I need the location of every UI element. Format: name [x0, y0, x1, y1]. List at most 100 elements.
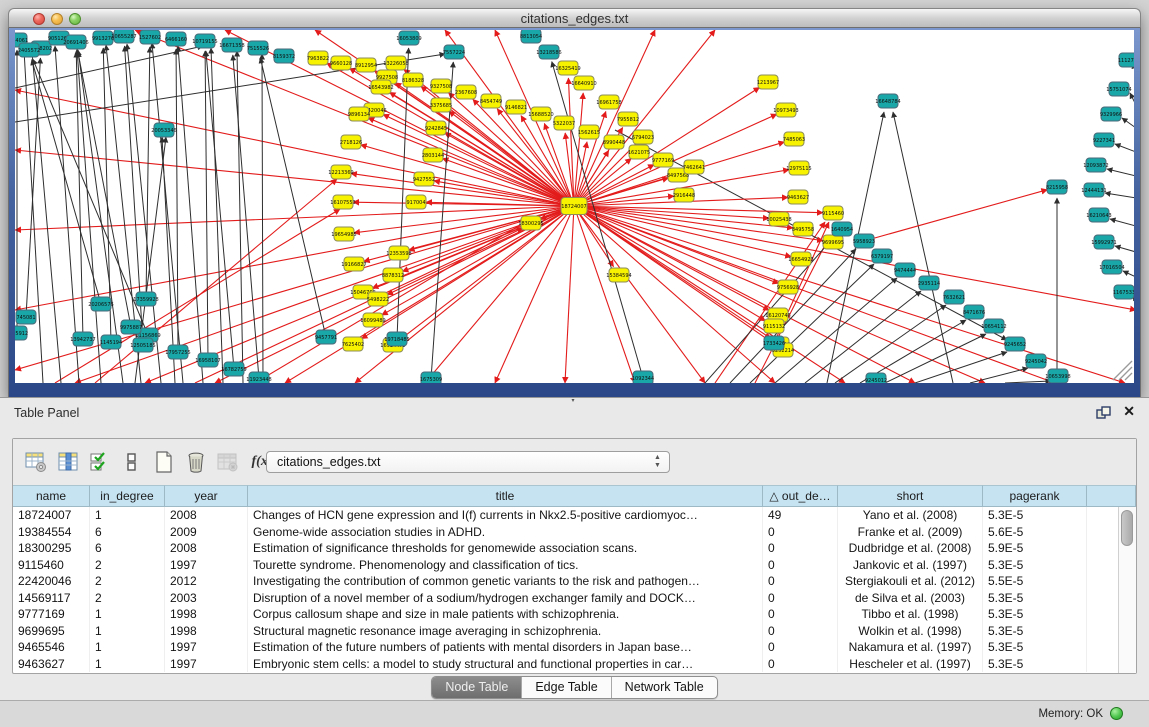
table-cell-title[interactable]: Tourette syndrome. Phenomenology and cla…: [248, 557, 763, 574]
column-header-in_degree[interactable]: in_degree: [90, 485, 165, 507]
graph-node[interactable]: 17957255: [165, 345, 190, 359]
graph-node[interactable]: 10654112: [981, 319, 1006, 333]
table-cell-in_degree[interactable]: 2: [90, 590, 165, 607]
table-cell-short[interactable]: Yano et al. (2008): [838, 507, 983, 524]
table-cell-year[interactable]: 2008: [165, 540, 248, 557]
graph-node[interactable]: 16958107: [195, 353, 220, 367]
graph-node[interactable]: 2367608: [455, 85, 477, 99]
table-cell-pagerank[interactable]: 5.3E-5: [983, 623, 1087, 640]
table-cell-short[interactable]: Nakamura et al. (1997): [838, 639, 983, 656]
graph-node[interactable]: 16099489: [360, 313, 385, 327]
table-cell-out_de[interactable]: 0: [763, 623, 838, 640]
table-row[interactable]: 1456911722003Disruption of a novel membe…: [13, 590, 1118, 607]
table-cell-out_de[interactable]: 0: [763, 590, 838, 607]
graph-node[interactable]: 1145194: [100, 335, 122, 349]
graph-node[interactable]: 16053809: [396, 31, 421, 45]
graph-node[interactable]: 10973493: [773, 103, 798, 117]
delete-icon[interactable]: [183, 449, 209, 475]
graph-node[interactable]: 2803144: [422, 148, 444, 162]
table-cell-pagerank[interactable]: 5.6E-5: [983, 524, 1087, 541]
graph-node[interactable]: 12505185: [130, 338, 155, 352]
graph-node[interactable]: 9227341: [1093, 133, 1115, 147]
graph-node[interactable]: 8495758: [792, 222, 814, 236]
table-cell-in_degree[interactable]: 1: [90, 606, 165, 623]
graph-node[interactable]: 20691406: [63, 35, 88, 49]
graph-node[interactable]: 9427552: [413, 172, 435, 186]
graph-node[interactable]: 9474444: [894, 263, 916, 277]
graph-nodes[interactable]: 1872400796601288912954132260589927508165…: [15, 30, 1134, 383]
table-cell-out_de[interactable]: 0: [763, 573, 838, 590]
graph-node[interactable]: 3915912: [15, 326, 28, 340]
column-header-name[interactable]: name: [13, 485, 90, 507]
graph-node[interactable]: 745081: [16, 310, 36, 324]
table-cell-short[interactable]: Jankovic et al. (1997): [838, 557, 983, 574]
graph-node[interactable]: 16325419: [555, 61, 580, 75]
graph-node[interactable]: 9146821: [505, 100, 527, 114]
column-header-year[interactable]: year: [165, 485, 248, 507]
table-options-icon[interactable]: [23, 449, 49, 475]
table-cell-name[interactable]: 9465546: [13, 639, 90, 656]
graph-node[interactable]: 6466160: [165, 32, 187, 46]
graph-node[interactable]: 7515526: [247, 41, 269, 55]
graph-node[interactable]: 7963822: [307, 51, 329, 65]
graph-node[interactable]: 9327508: [430, 79, 452, 93]
graph-node[interactable]: 9245012: [865, 373, 887, 383]
table-row[interactable]: 1872400712008Changes of HCN gene express…: [13, 507, 1118, 524]
table-cell-in_degree[interactable]: 1: [90, 623, 165, 640]
graph-node[interactable]: 1527602: [139, 30, 161, 44]
graph-node[interactable]: 16671358: [219, 38, 244, 52]
table-cell-year[interactable]: 1998: [165, 623, 248, 640]
table-cell-title[interactable]: Structural magnetic resonance image aver…: [248, 623, 763, 640]
window-resize-grip[interactable]: [1113, 361, 1132, 380]
graph-node[interactable]: 1621075: [628, 145, 650, 159]
graph-node[interactable]: 9457791: [315, 330, 337, 344]
graph-node[interactable]: 2935114: [918, 276, 940, 290]
graph-node[interactable]: 12353598: [386, 246, 411, 260]
table-cell-pagerank[interactable]: 5.3E-5: [983, 656, 1087, 673]
table-cell-in_degree[interactable]: 6: [90, 524, 165, 541]
graph-node[interactable]: 18724007: [561, 198, 587, 215]
graph-node[interactable]: 8454749: [480, 94, 502, 108]
graph-node[interactable]: 12975115: [786, 161, 811, 175]
column-header-short[interactable]: short: [838, 485, 983, 507]
table-cell-pagerank[interactable]: 5.5E-5: [983, 573, 1087, 590]
table-cell-year[interactable]: 1997: [165, 557, 248, 574]
graph-node[interactable]: 8215958: [1046, 180, 1068, 194]
table-cell-name[interactable]: 18724007: [13, 507, 90, 524]
table-cell-name[interactable]: 18300295: [13, 540, 90, 557]
table-cell-pagerank[interactable]: 5.3E-5: [983, 639, 1087, 656]
graph-node[interactable]: 19654985: [331, 227, 356, 241]
graph-node[interactable]: 7485063: [783, 132, 805, 146]
graph-node[interactable]: 12213369: [328, 165, 353, 179]
graph-node[interactable]: 12444131: [1081, 183, 1106, 197]
graph-node[interactable]: 10025438: [766, 212, 791, 226]
table-row[interactable]: 946362711997Embryonic stem cells: a mode…: [13, 656, 1118, 673]
graph-node[interactable]: 9699695: [822, 235, 844, 249]
vertical-scrollbar[interactable]: [1118, 507, 1136, 673]
table-cell-year[interactable]: 1998: [165, 606, 248, 623]
table-row[interactable]: 911546021997Tourette syndrome. Phenomeno…: [13, 557, 1118, 574]
table-row[interactable]: 977716911998Corpus callosum shape and si…: [13, 606, 1118, 623]
graph-node[interactable]: 18300295: [518, 216, 543, 230]
table-cell-title[interactable]: Corpus callosum shape and size in male p…: [248, 606, 763, 623]
graph-node[interactable]: 7632621: [943, 290, 965, 304]
table-cell-in_degree[interactable]: 6: [90, 540, 165, 557]
graph-node[interactable]: 10653998: [1045, 369, 1070, 383]
graph-node[interactable]: 16107553: [330, 195, 355, 209]
graph-node[interactable]: 19718485: [384, 332, 409, 346]
table-row[interactable]: 969969511998Structural magnetic resonanc…: [13, 623, 1118, 640]
graph-node[interactable]: 9975887: [120, 320, 142, 334]
row-selection-icon[interactable]: [87, 449, 113, 475]
window-titlebar[interactable]: citations_edges.txt: [8, 8, 1141, 28]
graph-node[interactable]: 9777169: [652, 153, 674, 167]
graph-node[interactable]: 16961758: [596, 95, 621, 109]
graph-node[interactable]: 8878312: [382, 268, 404, 282]
float-panel-icon[interactable]: [1096, 406, 1111, 419]
table-cell-name[interactable]: 9115460: [13, 557, 90, 574]
table-cell-in_degree[interactable]: 2: [90, 573, 165, 590]
column-visibility-icon[interactable]: [55, 449, 81, 475]
graph-node[interactable]: 9115460: [822, 206, 844, 220]
table-cell-in_degree[interactable]: 1: [90, 639, 165, 656]
graph-node[interactable]: 17016504: [1099, 260, 1124, 274]
table-cell-short[interactable]: Dudbridge et al. (2008): [838, 540, 983, 557]
